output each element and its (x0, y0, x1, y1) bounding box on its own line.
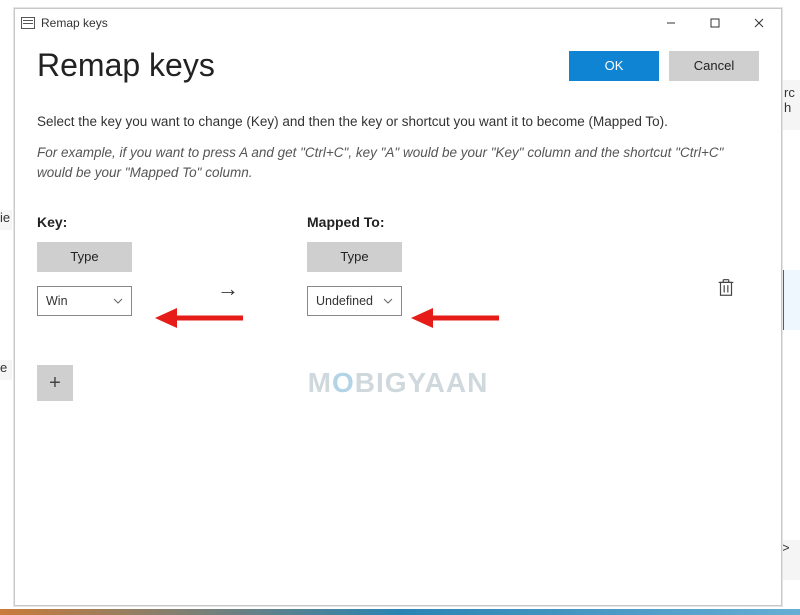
close-button[interactable] (737, 9, 781, 37)
background-fragment: e (0, 360, 12, 380)
key-dropdown[interactable]: Win (37, 286, 132, 316)
example-text: For example, if you want to press A and … (37, 143, 759, 184)
chevron-down-icon (113, 296, 123, 306)
minimize-button[interactable] (649, 9, 693, 37)
annotation-arrow (411, 305, 501, 331)
mapped-dropdown[interactable]: Undefined (307, 286, 402, 316)
background-fragment (782, 270, 800, 330)
header-row: Remap keys OK Cancel (37, 47, 759, 84)
background-fragment: ie (0, 210, 12, 230)
window-controls (649, 9, 781, 37)
plus-icon: + (49, 372, 61, 395)
window-title: Remap keys (41, 16, 649, 30)
page-heading: Remap keys (37, 47, 215, 84)
key-type-button[interactable]: Type (37, 242, 132, 272)
taskbar-strip (0, 609, 800, 615)
key-column-label: Key: (37, 214, 157, 230)
mapped-column-label: Mapped To: (307, 214, 427, 230)
mapped-column: Mapped To: Type Undefined (307, 214, 427, 316)
background-fragment: > (782, 540, 800, 580)
add-row-button[interactable]: + (37, 365, 73, 401)
window-content: Remap keys OK Cancel Select the key you … (15, 37, 781, 316)
annotation-arrow (155, 305, 245, 331)
ok-button[interactable]: OK (569, 51, 659, 81)
remap-row: Key: Type Win → Mapped To: Type Undefine… (37, 214, 759, 316)
keyboard-icon (21, 17, 35, 29)
watermark: MOBIGYAAN (308, 367, 489, 399)
title-bar: Remap keys (15, 9, 781, 37)
remap-keys-window: Remap keys Remap keys OK Cancel Select t… (14, 8, 782, 606)
background-fragment: rch (782, 80, 800, 130)
chevron-down-icon (383, 296, 393, 306)
arrow-right-icon: → (217, 276, 239, 302)
key-dropdown-value: Win (46, 294, 68, 308)
trash-icon (715, 276, 737, 298)
key-column: Key: Type Win (37, 214, 157, 316)
mapped-type-button[interactable]: Type (307, 242, 402, 272)
cancel-button[interactable]: Cancel (669, 51, 759, 81)
delete-row-button[interactable] (715, 276, 737, 298)
instruction-text: Select the key you want to change (Key) … (37, 114, 759, 129)
maximize-button[interactable] (693, 9, 737, 37)
mapped-dropdown-value: Undefined (316, 294, 373, 308)
dialog-buttons: OK Cancel (569, 51, 759, 81)
